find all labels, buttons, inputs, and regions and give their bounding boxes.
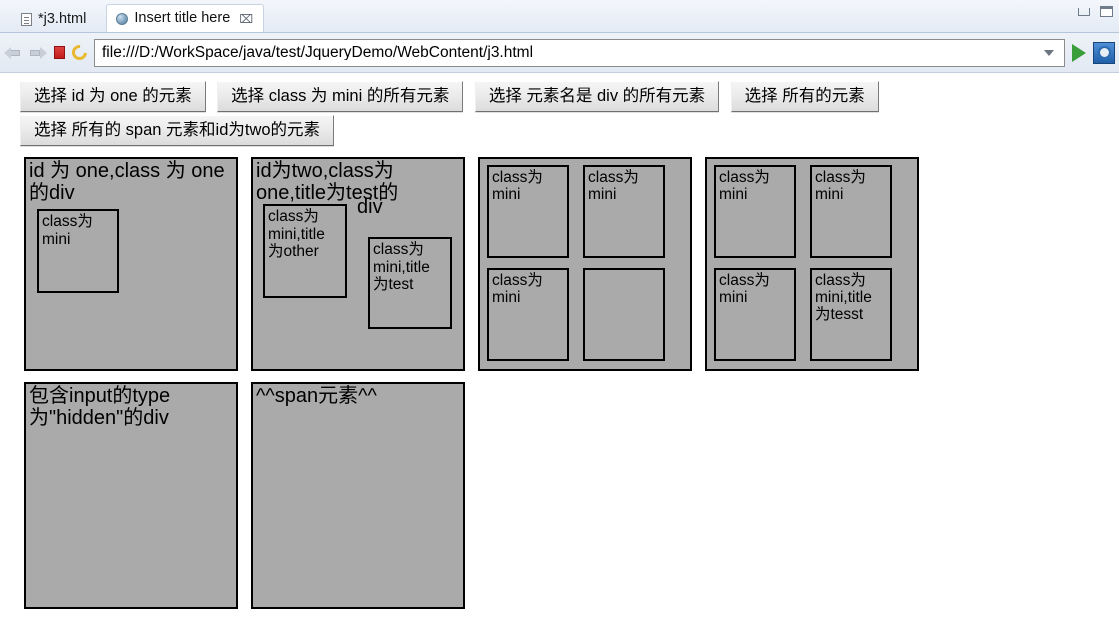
minimize-icon[interactable] <box>1078 7 1090 16</box>
div-three-mini-1[interactable]: class为 mini <box>487 165 569 259</box>
div-one-label: id 为 one,class 为 one 的div <box>29 160 225 204</box>
block-row-1: id 为 one,class 为 one 的div class为 mini id… <box>24 157 1119 372</box>
close-icon[interactable]: ⌧ <box>239 13 253 25</box>
block-row-2: 包含input的type为"hidden"的div ^^span元素^^ <box>24 382 1119 610</box>
div-three-mini-3[interactable]: class为 mini <box>487 268 569 362</box>
div-two-mini-test[interactable]: class为 mini,title 为test <box>368 237 452 330</box>
go-arrow-icon[interactable] <box>1072 43 1086 62</box>
open-external-browser-icon[interactable] <box>1093 41 1115 64</box>
div-span[interactable]: ^^span元素^^ <box>251 382 465 610</box>
div-four-mini-3[interactable]: class为 mini <box>714 268 796 362</box>
select-id-one-button[interactable]: 选择 id 为 one 的元素 <box>20 81 206 113</box>
div-two-mini-other[interactable]: class为 mini,title 为other <box>263 204 347 299</box>
div-three-mini-2[interactable]: class为 mini <box>583 165 665 259</box>
stop-icon[interactable] <box>54 46 65 59</box>
div-four-mini-2[interactable]: class为 mini <box>810 165 892 259</box>
div-two[interactable]: id为two,class为one,title为test的 div class为 … <box>251 157 465 372</box>
select-span-and-id-two-button[interactable]: 选择 所有的 span 元素和id为two的元素 <box>20 115 335 147</box>
forward-arrow-icon[interactable] <box>29 46 47 60</box>
div-two-label-tail: div <box>357 196 383 219</box>
div-four[interactable]: class为 mini class为 mini class为 mini clas… <box>705 157 919 372</box>
file-icon <box>21 12 32 26</box>
demo-blocks: id 为 one,class 为 one 的div class为 mini id… <box>0 149 1119 610</box>
div-span-label: ^^span元素^^ <box>256 385 377 408</box>
url-text[interactable]: file:///D:/WorkSpace/java/test/JqueryDem… <box>102 45 1038 61</box>
maximize-icon[interactable] <box>1100 6 1113 17</box>
select-all-elements-button[interactable]: 选择 所有的元素 <box>730 81 879 113</box>
div-hidden-input-label: 包含input的type为"hidden"的div <box>29 385 171 429</box>
selector-buttons-row-2: 选择 所有的 span 元素和id为two的元素 <box>0 115 1119 147</box>
navigation-bar: file:///D:/WorkSpace/java/test/JqueryDem… <box>0 33 1119 73</box>
tab-label: Insert title here <box>134 10 231 27</box>
div-hidden-input[interactable]: 包含input的type为"hidden"的div <box>24 382 238 610</box>
select-class-mini-button[interactable]: 选择 class 为 mini 的所有元素 <box>217 81 464 113</box>
selector-buttons-row-1: 选择 id 为 one 的元素 选择 class 为 mini 的所有元素 选择… <box>0 81 1119 113</box>
address-bar[interactable]: file:///D:/WorkSpace/java/test/JqueryDem… <box>94 38 1065 67</box>
tab-insert-title-here[interactable]: Insert title here ⌧ <box>106 4 265 32</box>
window-controls <box>1078 6 1113 17</box>
div-one[interactable]: id 为 one,class 为 one 的div class为 mini <box>24 157 238 372</box>
tab-j3-html[interactable]: *j3.html <box>12 6 96 32</box>
chevron-down-icon[interactable] <box>1044 49 1054 56</box>
div-three[interactable]: class为 mini class为 mini class为 mini <box>478 157 692 372</box>
div-four-mini-1[interactable]: class为 mini <box>714 165 796 259</box>
div-three-mini-4[interactable] <box>583 268 665 362</box>
div-four-mini-4[interactable]: class为 mini,title 为tesst <box>810 268 892 362</box>
tab-label: *j3.html <box>38 10 87 27</box>
select-div-elements-button[interactable]: 选择 元素名是 div 的所有元素 <box>474 81 720 113</box>
refresh-icon[interactable] <box>68 41 91 64</box>
page-content: 选择 id 为 one 的元素 选择 class 为 mini 的所有元素 选择… <box>0 73 1119 642</box>
tab-bar: *j3.html Insert title here ⌧ <box>0 0 1119 33</box>
globe-icon <box>116 12 129 25</box>
div-one-mini[interactable]: class为 mini <box>37 209 119 294</box>
back-arrow-icon[interactable] <box>4 46 22 60</box>
